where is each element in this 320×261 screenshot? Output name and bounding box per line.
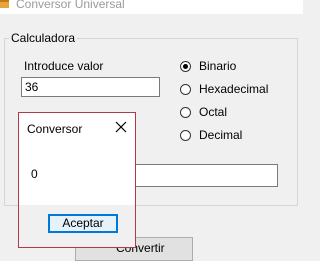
radio-label: Octal (199, 105, 228, 119)
radio-hexadecimal[interactable]: Hexadecimal (180, 81, 268, 97)
radio-decimal[interactable]: Decimal (180, 127, 242, 143)
radio-label: Binario (199, 59, 237, 73)
radio-unselected-icon (180, 83, 191, 95)
close-icon[interactable] (113, 119, 129, 135)
radio-unselected-icon (180, 106, 191, 118)
value-input[interactable]: 36 (21, 77, 160, 97)
group-title: Calculadora (9, 31, 78, 45)
dialog-message: 0 (31, 167, 38, 181)
radio-octal[interactable]: Octal (180, 104, 227, 120)
radio-selected-icon (180, 60, 191, 72)
input-label: Introduce valor (24, 59, 104, 73)
accept-button[interactable]: Aceptar (48, 214, 118, 233)
radio-label: Hexadecimal (199, 82, 269, 96)
message-dialog: Conversor 0 Aceptar (18, 112, 136, 248)
dialog-title: Conversor (27, 122, 83, 136)
result-output[interactable] (130, 164, 278, 187)
radio-unselected-icon (180, 129, 191, 141)
window-title: Conversor Universal (16, 0, 125, 11)
window-app-icon (0, 0, 9, 8)
radio-label: Decimal (199, 128, 243, 142)
radio-binario[interactable]: Binario (180, 58, 236, 74)
